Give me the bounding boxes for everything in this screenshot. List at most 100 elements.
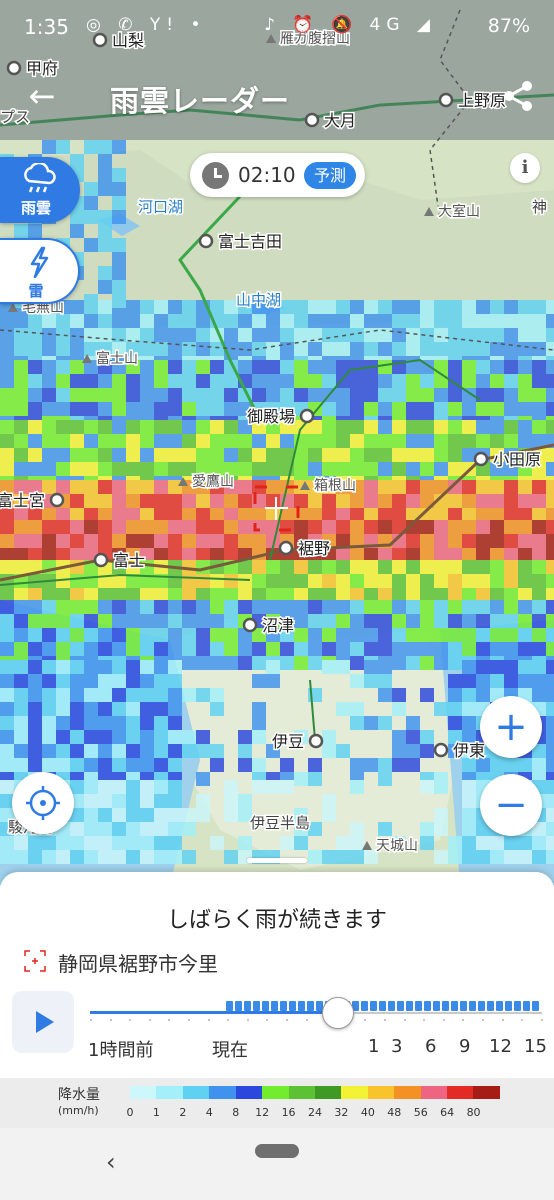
current-location-button[interactable] xyxy=(12,772,74,834)
radar-cell xyxy=(336,548,350,562)
precipitation-legend: 降水量 (mm/h) 0 1 2 4 8 12 16 24 32 40 48 56 64 80 xyxy=(0,1078,554,1128)
radar-cell xyxy=(490,614,504,628)
radar-cell xyxy=(140,758,154,772)
radar-cell xyxy=(154,388,168,402)
forecast-segment xyxy=(397,1001,404,1011)
radar-cell xyxy=(70,448,84,462)
radar-cell xyxy=(70,614,84,628)
back-button[interactable]: ← xyxy=(22,76,62,116)
radar-cell xyxy=(336,374,350,388)
radar-cell xyxy=(84,374,98,388)
radar-cell xyxy=(182,600,196,614)
radar-cell xyxy=(98,822,112,836)
radar-cell xyxy=(378,480,392,494)
radar-cell xyxy=(322,374,336,388)
radar-cell xyxy=(0,360,14,374)
radar-cell xyxy=(252,360,266,374)
radar-cell xyxy=(406,402,420,416)
radar-cell xyxy=(308,508,322,522)
city-marker[interactable] xyxy=(242,617,258,633)
radar-cell xyxy=(140,402,154,416)
radar-cell xyxy=(266,642,280,656)
radar-cell xyxy=(14,702,28,716)
timeline-slider-thumb[interactable] xyxy=(321,997,354,1029)
radar-cell xyxy=(168,780,182,794)
layer-thunder-button[interactable]: 雷 xyxy=(0,238,80,304)
radar-cell xyxy=(546,730,554,744)
radar-cell xyxy=(84,780,98,794)
radar-cell xyxy=(518,836,532,850)
radar-cell xyxy=(434,808,448,822)
radar-cell xyxy=(98,836,112,850)
radar-cell xyxy=(84,674,98,688)
info-button[interactable]: i xyxy=(510,153,540,183)
radar-cell xyxy=(448,656,462,670)
radar-cell xyxy=(294,628,308,642)
forecast-time-chip[interactable]: 02:10 予測 xyxy=(190,153,365,197)
radar-cell xyxy=(294,560,308,574)
radar-cell xyxy=(196,628,210,642)
radar-cell xyxy=(0,314,14,328)
radar-cell xyxy=(112,196,126,210)
radar-cell xyxy=(42,388,56,402)
radar-cell xyxy=(378,388,392,402)
radar-cell xyxy=(490,374,504,388)
nav-home-pill[interactable] xyxy=(255,1144,299,1158)
radar-cell xyxy=(126,494,140,508)
radar-cell xyxy=(322,520,336,534)
play-button[interactable] xyxy=(12,991,74,1053)
radar-cell xyxy=(434,534,448,548)
radar-cell xyxy=(42,548,56,562)
radar-cell xyxy=(434,588,448,602)
radar-cell xyxy=(294,342,308,356)
page-title: 雨雲レーダー xyxy=(110,84,291,118)
nav-back-button[interactable]: ‹ xyxy=(106,1148,116,1176)
radar-cell xyxy=(98,520,112,534)
radar-cell xyxy=(434,300,448,314)
radar-cell xyxy=(308,574,322,588)
radar-cell xyxy=(546,388,554,402)
city-marker[interactable] xyxy=(49,492,65,508)
clock-icon xyxy=(202,162,229,189)
radar-cell xyxy=(392,420,406,434)
radar-cell xyxy=(504,520,518,534)
radar-cell xyxy=(224,448,238,462)
radar-cell xyxy=(154,836,168,850)
radar-cell xyxy=(350,388,364,402)
zoom-in-button[interactable]: + xyxy=(480,696,542,758)
city-marker[interactable] xyxy=(198,233,214,249)
radar-cell xyxy=(56,744,70,758)
radar-cell xyxy=(364,314,378,328)
zoom-out-button[interactable]: − xyxy=(480,774,542,836)
layer-rain-button[interactable]: 雨雲 xyxy=(0,157,80,223)
radar-cell xyxy=(462,494,476,508)
radar-cell xyxy=(252,434,266,448)
radar-cell xyxy=(182,508,196,522)
forecast-segment xyxy=(532,1001,539,1011)
city-marker[interactable] xyxy=(433,742,449,758)
radar-cell xyxy=(518,600,532,614)
city-marker[interactable] xyxy=(278,540,294,556)
timeline-label-now: 現在 xyxy=(212,1040,248,1061)
radar-cell xyxy=(42,744,56,758)
radar-cell xyxy=(140,494,154,508)
radar-cell xyxy=(420,780,434,794)
radar-cell xyxy=(140,780,154,794)
radar-cell xyxy=(294,374,308,388)
city-marker[interactable] xyxy=(299,408,315,424)
city-marker[interactable] xyxy=(473,451,489,467)
city-marker[interactable] xyxy=(93,552,109,568)
radar-cell xyxy=(532,688,546,702)
legend-swatch xyxy=(156,1086,183,1099)
radar-cell xyxy=(378,508,392,522)
radar-cell xyxy=(350,548,364,562)
share-button[interactable] xyxy=(498,76,538,116)
radar-cell xyxy=(392,560,406,574)
radar-cell xyxy=(210,656,224,670)
radar-cell xyxy=(336,850,350,864)
sheet-drag-handle[interactable] xyxy=(247,858,307,863)
radar-cell xyxy=(154,614,168,628)
city-marker[interactable] xyxy=(308,733,324,749)
radar-cell xyxy=(56,730,70,744)
radar-cell xyxy=(42,342,56,356)
